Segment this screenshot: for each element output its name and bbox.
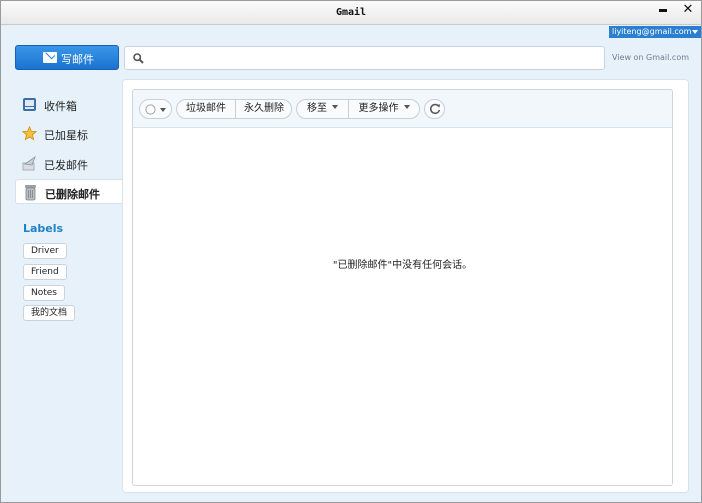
envelope-icon — [43, 52, 57, 63]
close-icon: ✕ — [682, 2, 694, 17]
close-button[interactable]: ✕ — [676, 2, 700, 19]
delete-forever-button[interactable]: 永久删除 — [236, 100, 292, 118]
window-title: Gmail — [335, 7, 367, 18]
compose-button[interactable]: 写邮件 — [15, 45, 119, 70]
empty-state-message: "已删除邮件"中没有任何会话。 — [332, 260, 473, 271]
move-more-group: 移至 更多操作 — [296, 99, 420, 119]
select-checkbox-icon — [145, 104, 156, 115]
nav-item-inbox[interactable]: 收件箱 — [15, 92, 122, 117]
app-window: Gmail ✕ liyiteng@gmail.com 写邮件 View on G… — [0, 0, 702, 503]
nav-item-label: 已加星标 — [44, 129, 88, 142]
search-box[interactable] — [124, 46, 605, 70]
more-actions-label: 更多操作 — [358, 103, 399, 114]
account-menu[interactable]: liyiteng@gmail.com — [609, 26, 701, 38]
inbox-icon — [23, 98, 36, 111]
more-actions-button[interactable]: 更多操作 — [349, 100, 419, 118]
label-my-docs[interactable]: 我的文档 — [23, 305, 76, 321]
search-input[interactable] — [151, 50, 591, 66]
label-notes[interactable]: Notes — [23, 285, 65, 301]
nav-item-label: 已发邮件 — [44, 159, 88, 172]
label-driver[interactable]: Driver — [23, 243, 67, 259]
message-list-panel — [132, 89, 673, 486]
search-icon — [133, 53, 144, 64]
chevron-down-icon — [332, 105, 338, 109]
refresh-button[interactable] — [424, 99, 445, 119]
select-dropdown[interactable] — [139, 99, 172, 119]
chevron-down-icon — [692, 30, 698, 34]
account-email: liyiteng@gmail.com — [612, 27, 692, 36]
move-to-button[interactable]: 移至 — [297, 100, 348, 118]
nav-item-starred[interactable]: 已加星标 — [15, 121, 122, 146]
chevron-down-icon — [403, 105, 410, 109]
sent-icon — [22, 156, 36, 171]
minimize-button[interactable] — [651, 2, 675, 19]
star-icon — [22, 126, 37, 141]
nav-item-trash[interactable]: 已删除邮件 — [15, 179, 122, 204]
refresh-icon — [430, 103, 441, 114]
label-friend[interactable]: Friend — [23, 264, 67, 280]
nav-item-label: 已删除邮件 — [45, 188, 100, 201]
chevron-down-icon — [160, 108, 166, 112]
title-bar[interactable]: Gmail ✕ — [1, 1, 701, 25]
nav-item-sent[interactable]: 已发邮件 — [15, 151, 122, 176]
compose-label: 写邮件 — [61, 53, 94, 66]
nav-item-label: 收件箱 — [44, 100, 77, 113]
view-on-gmail-link[interactable]: View on Gmail.com — [612, 53, 689, 62]
minimize-icon — [659, 9, 667, 12]
move-to-label: 移至 — [307, 103, 327, 114]
spam-button[interactable]: 垃圾邮件 — [177, 100, 235, 118]
trash-icon — [25, 185, 36, 201]
action-button-group: 垃圾邮件 永久删除 — [176, 99, 292, 119]
labels-heading: Labels — [23, 222, 64, 235]
